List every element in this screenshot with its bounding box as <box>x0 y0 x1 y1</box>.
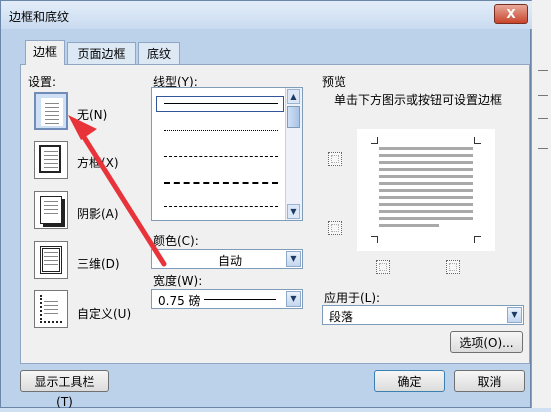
apply-to-select[interactable]: 段落 ▼ <box>322 305 524 325</box>
title-bar: 边框和底纹 X <box>1 1 532 29</box>
background-text-line <box>538 95 548 96</box>
line-option-long-dash[interactable] <box>164 182 278 184</box>
chevron-down-icon[interactable]: ▼ <box>507 307 522 323</box>
right-border-icon[interactable] <box>446 260 460 274</box>
show-toolbar-button[interactable]: 显示工具栏(T) <box>20 370 109 409</box>
setting-3d-icon[interactable] <box>34 241 68 279</box>
bottom-border-icon[interactable] <box>328 221 342 235</box>
width-select[interactable]: 0.75 磅 ▼ <box>151 289 303 309</box>
apply-to-value: 段落 <box>329 310 354 324</box>
setting-box-icon[interactable] <box>34 141 68 179</box>
setting-shadow-icon[interactable] <box>34 191 68 229</box>
tab-page-border[interactable]: 页面边框 <box>67 42 136 64</box>
preview-hint: 单击下方图示或按钮可设置边框 <box>334 93 503 107</box>
top-border-icon[interactable] <box>328 152 342 166</box>
left-border-icon[interactable] <box>376 260 390 274</box>
line-option-dotted[interactable] <box>164 130 278 131</box>
setting-none-icon[interactable] <box>34 92 68 130</box>
chevron-down-icon[interactable]: ▼ <box>286 251 301 267</box>
line-option-solid[interactable] <box>164 103 278 104</box>
borders-shading-dialog: 边框和底纹 X 边框 页面边框 底纹 设置: 无(N) 方框(X) 阴影(A) … <box>0 0 532 409</box>
background-text-line <box>538 70 548 71</box>
setting-custom-icon[interactable] <box>34 290 68 328</box>
scroll-thumb[interactable] <box>287 106 300 128</box>
cancel-button[interactable]: 取消 <box>454 370 525 392</box>
line-option-dashed[interactable] <box>164 156 278 157</box>
corner-mark <box>371 137 378 144</box>
color-value: 自动 <box>218 254 243 268</box>
corner-mark <box>371 236 378 243</box>
scroll-up-icon[interactable]: ▲ <box>287 89 300 104</box>
options-button[interactable]: 选项(O)... <box>450 331 523 353</box>
width-label: 宽度(W): <box>153 274 203 288</box>
color-select[interactable]: 自动 ▼ <box>151 249 303 269</box>
apply-to-label: 应用于(L): <box>324 291 381 305</box>
background-text-line <box>538 148 548 149</box>
background-window-strip <box>531 0 551 408</box>
setting-3d-label[interactable]: 三维(D) <box>77 255 120 272</box>
preview-area[interactable] <box>357 129 495 251</box>
chevron-down-icon[interactable]: ▼ <box>286 291 301 307</box>
close-button[interactable]: X <box>494 4 528 24</box>
setting-shadow-label[interactable]: 阴影(A) <box>77 205 119 222</box>
dialog-title: 边框和底纹 <box>9 10 70 24</box>
corner-mark <box>474 137 481 144</box>
line-style-listbox[interactable]: ▲ ▼ <box>151 87 303 221</box>
color-label: 颜色(C): <box>153 234 199 248</box>
ok-button[interactable]: 确定 <box>374 370 445 392</box>
width-value: 0.75 磅 <box>158 294 201 308</box>
corner-mark <box>474 236 481 243</box>
tab-borders[interactable]: 边框 <box>25 40 65 65</box>
scroll-down-icon[interactable]: ▼ <box>287 204 300 219</box>
line-style-scrollbar[interactable]: ▲ ▼ <box>285 88 302 220</box>
preview-label: 预览 <box>322 75 347 89</box>
width-line-sample <box>204 299 276 300</box>
setting-custom-label[interactable]: 自定义(U) <box>77 305 131 322</box>
settings-label: 设置: <box>28 75 57 89</box>
background-text-line <box>538 118 548 119</box>
line-option-dash-dot[interactable] <box>164 206 278 207</box>
line-option-selected[interactable] <box>156 96 284 112</box>
tab-shading[interactable]: 底纹 <box>138 42 180 64</box>
setting-none-label[interactable]: 无(N) <box>77 106 107 123</box>
setting-box-label[interactable]: 方框(X) <box>77 154 119 171</box>
